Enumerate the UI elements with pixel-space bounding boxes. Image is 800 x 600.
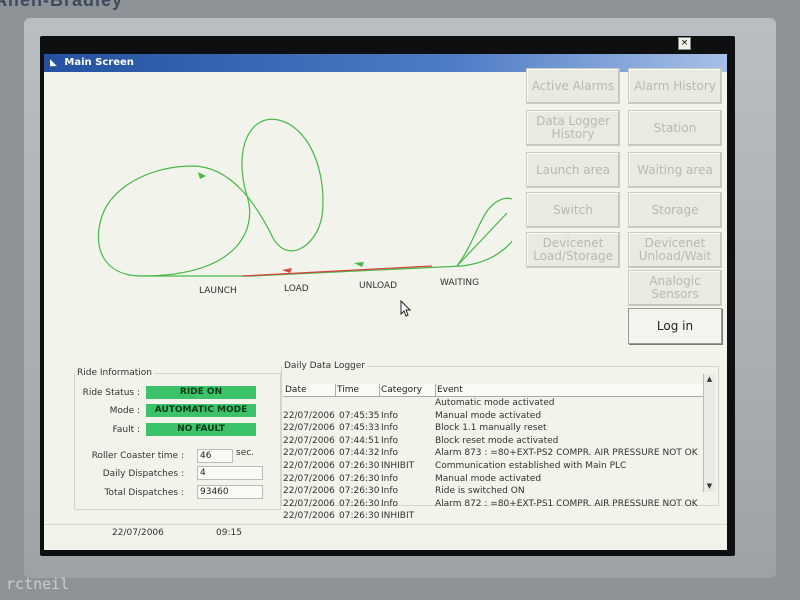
cell-event: Communication established with Main PLC [435, 461, 627, 471]
cell-time: 07:45:33 [339, 423, 380, 434]
cell-time: 07:26:30 [339, 498, 380, 509]
analogic-sensors-button[interactable]: Analogic Sensors [628, 270, 722, 306]
mouse-cursor-icon [400, 300, 412, 317]
window-title: Main Screen [64, 57, 134, 68]
cell-event: Ride is switched ON [435, 486, 525, 497]
track-lines [97, 118, 512, 277]
ride-information-title: Ride Information [77, 368, 152, 378]
cell-category: Info [381, 435, 399, 446]
cell-category: Info [381, 473, 399, 484]
daily-dispatches-value: 4 [197, 466, 263, 480]
cell-category: INHIBIT [381, 461, 415, 471]
train-marker-3 [198, 172, 206, 179]
cell-category: Info [381, 423, 399, 434]
coaster-time-value: 46 [197, 449, 233, 463]
waiting-area-button[interactable]: Waiting area [628, 152, 722, 188]
total-dispatches-value: 93460 [197, 485, 263, 499]
fault-label: Fault : [112, 425, 141, 435]
cell-category: INHIBIT [381, 511, 415, 522]
cell-time: 07:26:30 [339, 511, 380, 522]
mode-badge: AUTOMATIC MODE [146, 404, 256, 417]
logger-header-row: Date Time Category Event [283, 384, 709, 397]
track-label-waiting: WAITING [440, 278, 480, 288]
track-label-launch: LAUNCH [199, 286, 237, 296]
scroll-down-icon[interactable]: ▼ [704, 481, 715, 492]
track-diagram [97, 118, 512, 277]
fault-badge: NO FAULT [146, 423, 256, 436]
brand-text: Allen-Bradley [0, 0, 124, 10]
cell-category: Info [381, 410, 399, 421]
track-path [142, 197, 512, 277]
main-window: ◣ Main Screen LAUNCH LOAD UNLOAD WAITING… [44, 54, 727, 550]
cell-date: 22/07/2006 [283, 486, 335, 497]
logger-scrollbar[interactable]: ▲ ▼ [703, 374, 715, 492]
cell-date: 22/07/2006 [283, 448, 335, 459]
alarm-history-button[interactable]: Alarm History [628, 68, 722, 104]
status-date: 22/07/2006 [112, 528, 164, 538]
train-marker-1 [282, 268, 292, 273]
cell-event: Alarm 873 : =80+EXT-PS2 COMPR. AIR PRESS… [435, 448, 698, 459]
cell-category: Info [381, 486, 399, 497]
cell-date: 22/07/2006 [283, 498, 335, 509]
coaster-time-unit: sec. [236, 448, 255, 458]
column-date[interactable]: Date [283, 384, 336, 396]
cell-time: 07:45:35 [339, 410, 380, 421]
ride-status-badge: RIDE ON [146, 386, 256, 399]
track-loop-path [97, 118, 324, 277]
status-time: 09:15 [216, 528, 242, 538]
close-button[interactable]: × [678, 37, 691, 50]
storage-button[interactable]: Storage [628, 192, 722, 228]
cell-time: 07:26:30 [339, 461, 380, 471]
track-label-unload: UNLOAD [359, 281, 398, 291]
cell-time: 07:26:30 [339, 486, 380, 497]
column-event[interactable]: Event [435, 384, 707, 396]
coaster-time-label: Roller Coaster time : [91, 451, 184, 461]
cell-event: Manual mode activated [435, 410, 542, 421]
cell-date: 22/07/2006 [283, 473, 335, 484]
track-label-load: LOAD [284, 284, 309, 294]
cell-date: 22/07/2006 [283, 410, 335, 421]
cell-event: Block reset mode activated [435, 435, 559, 446]
data-logger-history-button[interactable]: Data Logger History [526, 110, 620, 146]
cell-category: Info [381, 448, 399, 459]
launch-area-button[interactable]: Launch area [526, 152, 620, 188]
devicenet-load-storage-button[interactable]: Devicenet Load/Storage [526, 232, 620, 268]
cell-time: 07:26:30 [339, 473, 380, 484]
daily-data-logger-title: Daily Data Logger [284, 361, 366, 371]
column-time[interactable]: Time [335, 384, 380, 396]
mode-label: Mode : [109, 406, 140, 416]
station-button[interactable]: Station [628, 110, 722, 146]
cell-event: Manual mode activated [435, 473, 542, 484]
title-bar: ◣ Main Screen [44, 54, 727, 72]
cell-time: 07:44:51 [339, 435, 380, 446]
app-icon: ◣ [50, 58, 57, 68]
watermark: rctneil [6, 575, 70, 593]
launch-segment [241, 265, 433, 277]
cell-time: 07:44:32 [339, 448, 380, 459]
cell-date: 22/07/2006 [283, 461, 335, 471]
total-dispatches-label: Total Dispatches : [104, 488, 184, 498]
logger-table: Date Time Category Event Automatic mode … [281, 372, 717, 521]
daily-dispatches-label: Daily Dispatches : [102, 469, 184, 479]
cell-event: Block 1.1 manually reset [435, 423, 547, 434]
cell-date: 22/07/2006 [283, 423, 335, 434]
active-alarms-button[interactable]: Active Alarms [526, 68, 620, 104]
cell-date: 22/07/2006 [283, 435, 335, 446]
switch-button[interactable]: Switch [526, 192, 620, 228]
devicenet-unload-wait-button[interactable]: Devicenet Unload/Wait [628, 232, 722, 268]
cell-date: 22/07/2006 [283, 511, 335, 522]
train-marker-2 [354, 262, 364, 267]
cell-event: Automatic mode activated [435, 398, 555, 408]
column-category[interactable]: Category [379, 384, 436, 396]
ride-status-label: Ride Status : [82, 388, 140, 398]
cell-event: Alarm 872 : =80+EXT-PS1 COMPR. AIR PRESS… [435, 498, 698, 509]
scroll-up-icon[interactable]: ▲ [704, 374, 715, 385]
cell-category: Info [381, 498, 399, 509]
log-in-button[interactable]: Log in [628, 308, 722, 344]
